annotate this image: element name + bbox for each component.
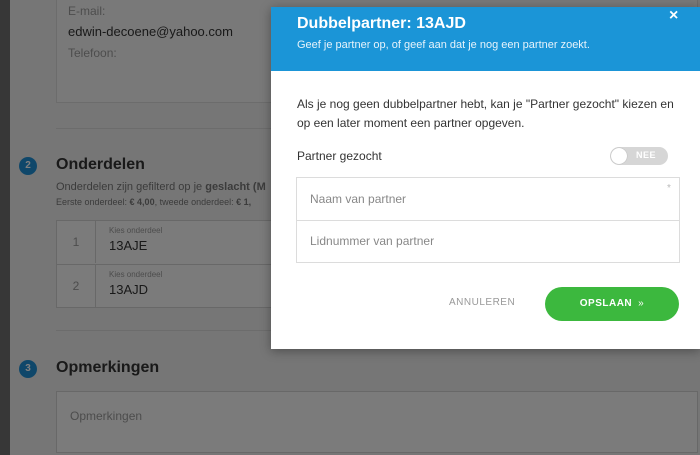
- double-chevron-right-icon: »: [638, 298, 645, 309]
- toggle-state-label: NEE: [636, 150, 657, 160]
- dialog-title: Dubbelpartner: 13AJD: [297, 15, 466, 32]
- partner-gezocht-toggle[interactable]: NEE: [610, 147, 668, 165]
- cancel-button[interactable]: ANNULEREN: [449, 297, 515, 308]
- save-button[interactable]: OPSLAAN »: [545, 287, 679, 321]
- toggle-knob: [611, 148, 627, 164]
- dialog-header: Dubbelpartner: 13AJD Geef je partner op,…: [271, 7, 700, 71]
- required-mark: *: [667, 183, 671, 194]
- partner-name-input[interactable]: [297, 178, 679, 219]
- close-icon[interactable]: ×: [669, 7, 678, 25]
- partner-input-group: *: [296, 177, 680, 263]
- dialog-subtitle: Geef je partner op, of geef aan dat je n…: [297, 39, 590, 51]
- partner-gezocht-label: Partner gezocht: [297, 149, 382, 163]
- partner-dialog: Dubbelpartner: 13AJD Geef je partner op,…: [271, 7, 700, 349]
- member-number-input[interactable]: [297, 220, 679, 261]
- dialog-intro-text: Als je nog geen dubbelpartner hebt, kan …: [297, 97, 674, 130]
- save-button-label: OPSLAAN: [579, 298, 633, 309]
